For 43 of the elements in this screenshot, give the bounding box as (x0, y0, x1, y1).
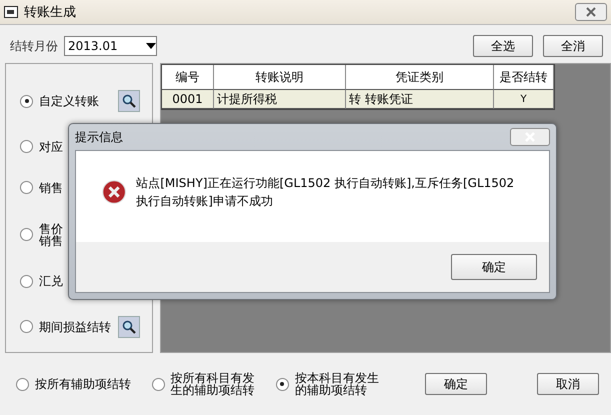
option-label: 自定义转账 (39, 95, 99, 108)
caret-icon (146, 43, 156, 49)
radio-button[interactable] (20, 228, 33, 242)
search-icon[interactable] (118, 316, 140, 338)
month-dropdown[interactable]: 2013.01 (64, 36, 157, 56)
radio-button[interactable] (20, 140, 33, 154)
toolbar-button[interactable]: 全消 (543, 35, 603, 57)
option-label: 售价 销售 (39, 222, 63, 247)
option-label: 期间损益结转 (39, 320, 111, 333)
dialog-button[interactable]: 确定 (425, 373, 488, 395)
option-label: 汇兑 (39, 275, 63, 288)
dialog-title: 提示信息 (75, 128, 123, 146)
table-cell: Y (494, 90, 554, 109)
radio-button[interactable] (152, 378, 165, 390)
ok-button[interactable]: 确定 (451, 254, 537, 280)
radio-button[interactable] (16, 378, 29, 390)
option-label: 销售 (39, 182, 63, 194)
option-label: 按所有辅助项结转 (35, 378, 131, 390)
radio-button[interactable] (20, 181, 33, 194)
option-label: 对应 (39, 140, 63, 153)
option-label: 按所有科目有发 生的辅助项结转 (170, 372, 255, 396)
column-header: 编号 (162, 65, 214, 90)
window-title: 转账生成 (24, 4, 76, 21)
error-message: 站点[MISHY]正在运行功能[GL1502 执行自动转账],互斥任务[GL1502 执行自动转账]申请不成功 (136, 174, 516, 210)
radio-button[interactable] (20, 274, 33, 288)
column-header: 转账说明 (214, 65, 346, 90)
search-icon[interactable] (118, 90, 140, 112)
option-label: 按本科目有发生 的辅助项结转 (294, 372, 379, 396)
table-cell: 计提所得税 (214, 90, 346, 109)
column-header: 是否结转 (494, 65, 554, 90)
dialog-button[interactable]: 取消 (537, 373, 599, 395)
toolbar-button[interactable]: 全选 (473, 35, 533, 57)
month-label: 结转月份 (10, 38, 58, 54)
radio-button[interactable] (276, 378, 289, 390)
table-cell: 0001 (162, 90, 214, 109)
window-icon (4, 6, 18, 18)
column-header: 凭证类别 (346, 65, 494, 90)
radio-button[interactable] (20, 320, 33, 334)
close-button[interactable] (575, 3, 607, 21)
close-icon (586, 7, 596, 17)
table-cell: 转 转账凭证 (346, 90, 494, 109)
close-button[interactable] (510, 128, 550, 146)
radio-button[interactable] (20, 94, 33, 108)
